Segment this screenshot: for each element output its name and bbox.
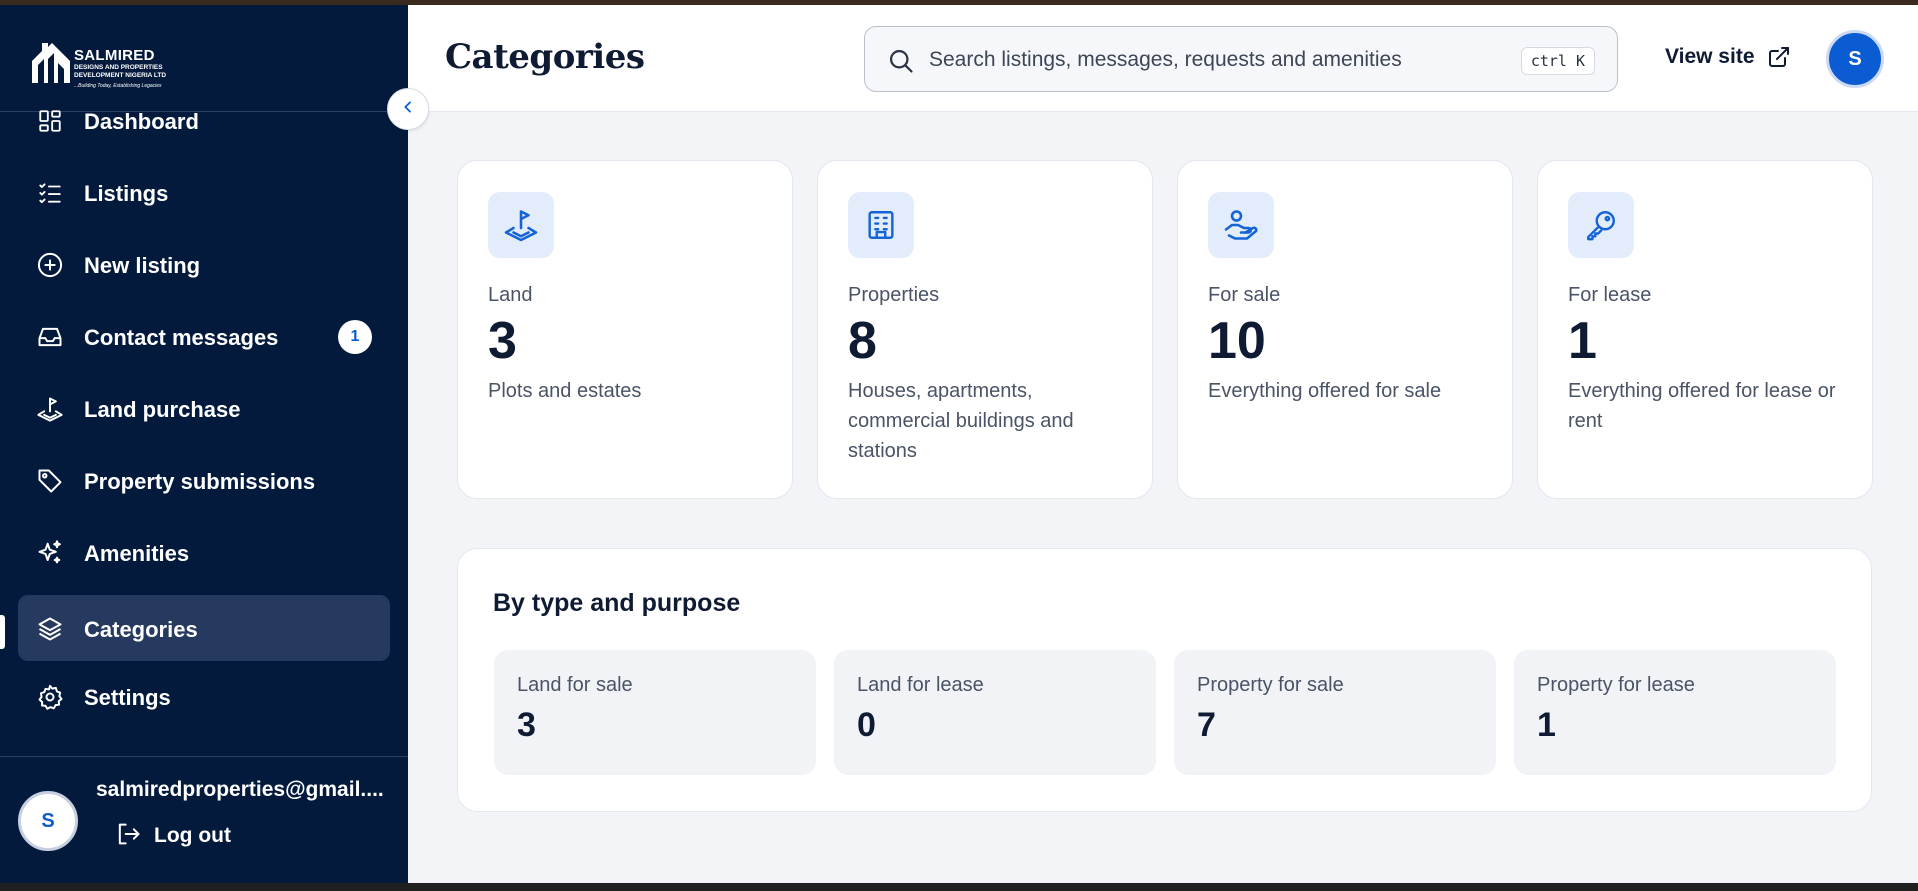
type-tile-property-for-lease[interactable]: Property for lease 1	[1514, 650, 1836, 775]
sidebar-item-new-listing[interactable]: New listing	[18, 231, 390, 297]
type-tile-land-for-lease[interactable]: Land for lease 0	[834, 650, 1156, 775]
search-icon	[887, 47, 915, 80]
sidebar-item-amenities[interactable]: Amenities	[18, 519, 390, 585]
sidebar-item-land-purchase[interactable]: Land purchase	[18, 375, 390, 441]
logout-button[interactable]: Log out	[114, 820, 231, 852]
sidebar-item-label: Amenities	[84, 541, 190, 566]
stat-description: Plots and estates	[488, 380, 642, 402]
type-value: 3	[517, 706, 536, 744]
sidebar-item-categories[interactable]: Categories	[18, 595, 390, 661]
browser-bottom-strip	[0, 883, 1918, 891]
stat-label: Properties	[848, 284, 940, 306]
view-site-label: View site	[1665, 45, 1755, 68]
sidebar-item-label: Settings	[84, 685, 171, 710]
stat-value: 10	[1208, 312, 1266, 370]
type-label: Land for lease	[857, 674, 984, 696]
sidebar-item-label: New listing	[84, 253, 201, 278]
stat-value: 8	[848, 312, 877, 370]
search-input[interactable]	[929, 45, 1509, 75]
building-icon	[848, 192, 914, 258]
active-indicator	[0, 615, 5, 649]
sidebar-item-dashboard[interactable]: Dashboard	[18, 87, 390, 153]
stat-card-for-lease[interactable]: For lease 1 Everything offered for lease…	[1537, 160, 1873, 499]
sparkles-icon	[36, 539, 64, 567]
stat-description: Everything offered for lease or rent	[1568, 380, 1836, 432]
type-label: Land for sale	[517, 674, 633, 696]
stat-description: Everything offered for sale	[1208, 380, 1442, 402]
hand-coin-icon	[1208, 192, 1274, 258]
logo-house-icon	[32, 43, 70, 83]
sidebar-item-settings[interactable]: Settings	[18, 663, 390, 729]
user-email: salmiredproperties@gmail....	[96, 778, 384, 801]
key-icon	[1568, 192, 1634, 258]
stat-card-properties[interactable]: Properties 8 Houses, apartments, commerc…	[817, 160, 1153, 499]
type-tile-property-for-sale[interactable]: Property for sale 7	[1174, 650, 1496, 775]
page-title: Categories	[445, 37, 645, 77]
sidebar-item-label: Contact messages	[84, 325, 279, 350]
sidebar-item-label: Listings	[84, 181, 169, 206]
avatar[interactable]: S	[18, 791, 78, 851]
logo-subtitle: DESIGNS AND PROPERTIES DEVELOPMENT NIGER…	[74, 64, 167, 79]
stat-value: 1	[1568, 312, 1597, 370]
stat-label: For lease	[1568, 284, 1652, 306]
logout-label: Log out	[154, 824, 231, 847]
type-value: 0	[857, 706, 876, 744]
sidebar: SALMIRED DESIGNS AND PROPERTIES DEVELOPM…	[0, 5, 408, 883]
stat-label: For sale	[1208, 284, 1281, 306]
brand-logo[interactable]: SALMIRED DESIGNS AND PROPERTIES DEVELOPM…	[30, 33, 170, 91]
logout-icon	[114, 820, 142, 853]
sidebar-item-property-submissions[interactable]: Property submissions	[18, 447, 390, 513]
land-flag-icon	[36, 395, 64, 423]
sidebar-item-listings[interactable]: Listings	[18, 159, 390, 225]
logo-name: SALMIRED	[74, 47, 155, 64]
sidebar-item-label: Land purchase	[84, 397, 241, 422]
chevron-left-icon	[400, 99, 416, 120]
sidebar-item-label: Dashboard	[84, 109, 199, 134]
type-value: 1	[1537, 706, 1556, 744]
stat-value: 3	[488, 312, 517, 370]
sidebar-item-label: Categories	[84, 617, 198, 642]
section-title: By type and purpose	[493, 589, 741, 617]
type-tile-land-for-sale[interactable]: Land for sale 3	[494, 650, 816, 775]
external-link-icon	[1767, 45, 1791, 69]
divider	[0, 756, 408, 757]
by-type-panel: By type and purpose Land for sale 3 Land…	[457, 548, 1872, 812]
tag-icon	[36, 467, 64, 495]
type-label: Property for sale	[1197, 674, 1344, 696]
search-bar[interactable]: ctrl K	[864, 26, 1618, 92]
user-avatar-button[interactable]: S	[1826, 30, 1884, 88]
inbox-icon	[36, 323, 64, 351]
top-header: Categories ctrl K View site S	[408, 5, 1918, 112]
view-site-link[interactable]: View site	[1665, 45, 1791, 69]
unread-count-badge: 1	[338, 320, 372, 354]
layers-icon	[36, 615, 64, 643]
dashboard-icon	[36, 107, 64, 135]
stat-description: Houses, apartments, commercial buildings…	[848, 380, 1074, 462]
gear-icon	[36, 683, 64, 711]
type-label: Property for lease	[1537, 674, 1695, 696]
sidebar-item-label: Property submissions	[84, 469, 316, 494]
land-flag-icon	[488, 192, 554, 258]
stat-label: Land	[488, 284, 533, 306]
stat-card-for-sale[interactable]: For sale 10 Everything offered for sale	[1177, 160, 1513, 499]
sidebar-item-contact-messages[interactable]: Contact messages 1	[18, 303, 390, 369]
keyboard-shortcut-hint: ctrl K	[1520, 47, 1595, 75]
stat-card-land[interactable]: Land 3 Plots and estates	[457, 160, 793, 499]
list-check-icon	[36, 179, 64, 207]
plus-circle-icon	[36, 251, 64, 279]
type-value: 7	[1197, 706, 1216, 744]
collapse-sidebar-button[interactable]	[387, 88, 429, 130]
